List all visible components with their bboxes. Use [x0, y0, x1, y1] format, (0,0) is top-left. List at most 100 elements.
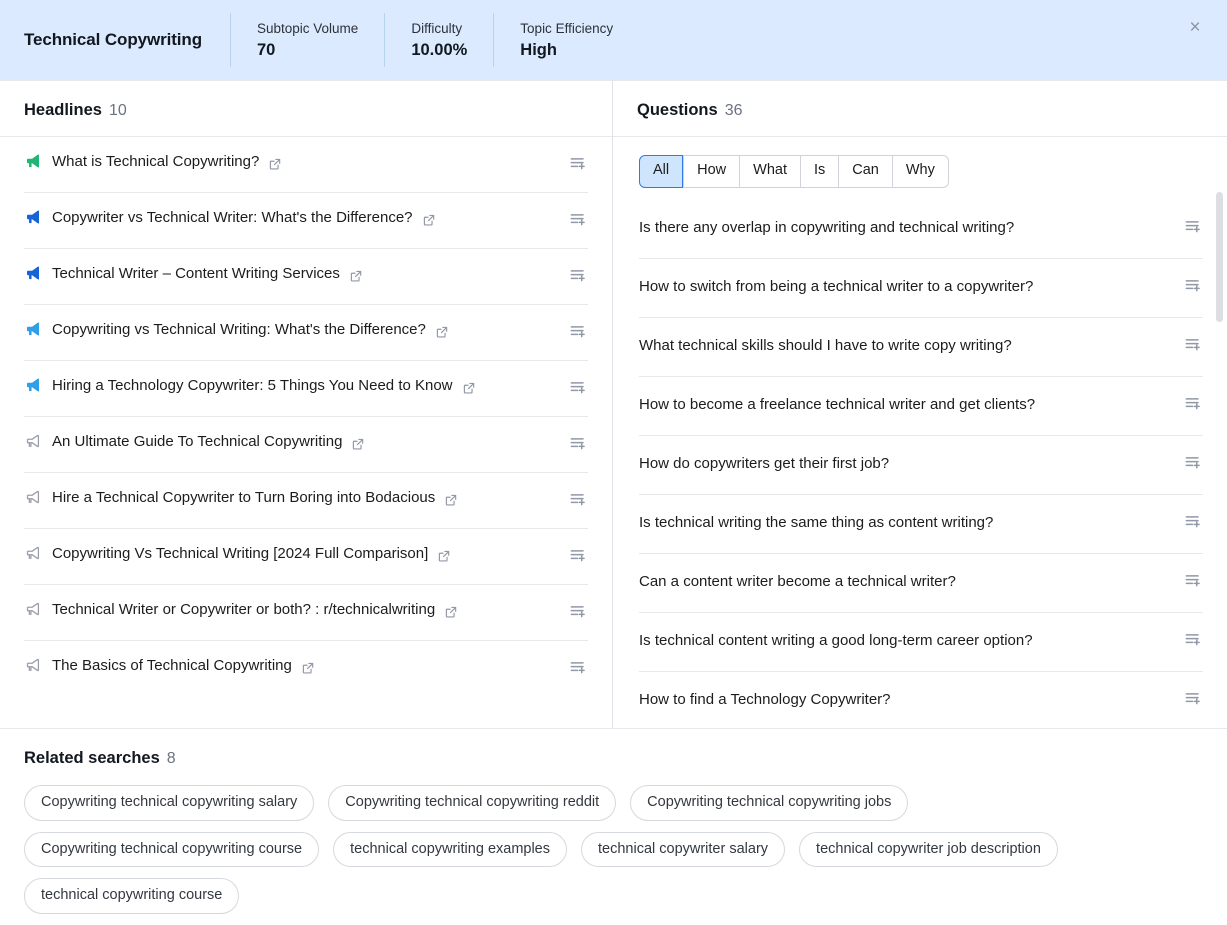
- related-search-chip[interactable]: Copywriting technical copywriting course: [24, 831, 320, 868]
- add-to-list-icon[interactable]: [1183, 216, 1203, 241]
- headline-row[interactable]: Copywriting vs Technical Writing: What's…: [24, 305, 588, 361]
- questions-panel: Questions 36 All How What Is Can Why Is there…: [613, 81, 1227, 728]
- add-to-list-icon[interactable]: [1183, 629, 1203, 654]
- headline-title[interactable]: An Ultimate Guide To Technical Copywriti…: [52, 431, 558, 454]
- questions-scrollbar[interactable]: [1216, 192, 1223, 718]
- question-filter-why[interactable]: Why: [891, 155, 949, 188]
- question-filter-can[interactable]: Can: [838, 155, 892, 188]
- topic-header-bar: Technical Copywriting Subtopic Volume 70…: [0, 0, 1227, 80]
- external-link-icon[interactable]: [347, 433, 365, 454]
- headline-row[interactable]: Copywriter vs Technical Writer: What's t…: [24, 193, 588, 249]
- external-link-icon[interactable]: [264, 153, 282, 174]
- headline-title[interactable]: The Basics of Technical Copywriting: [52, 655, 558, 678]
- question-filter-how[interactable]: How: [683, 155, 740, 188]
- metric-label: Difficulty: [411, 21, 463, 36]
- headlines-list[interactable]: What is Technical Copywriting? Copywriter…: [0, 137, 612, 728]
- headline-title[interactable]: What is Technical Copywriting?: [52, 151, 558, 174]
- question-text[interactable]: How to find a Technology Copywriter?: [639, 690, 891, 710]
- headline-row[interactable]: Technical Writer – Content Writing Servi…: [24, 249, 588, 305]
- question-filter-what[interactable]: What: [739, 155, 800, 188]
- question-row[interactable]: How do copywriters get their first job?: [639, 436, 1203, 495]
- add-to-list-icon[interactable]: [568, 655, 588, 677]
- question-filter-group[interactable]: All How What Is Can Why: [639, 155, 949, 188]
- external-link-icon[interactable]: [431, 321, 449, 342]
- question-text[interactable]: Is technical writing the same thing as c…: [639, 513, 993, 533]
- headline-row[interactable]: Hiring a Technology Copywriter: 5 Things…: [24, 361, 588, 417]
- external-link-icon[interactable]: [440, 601, 458, 622]
- megaphone-icon: [24, 544, 42, 567]
- add-to-list-icon[interactable]: [568, 319, 588, 341]
- close-icon[interactable]: ×: [1181, 14, 1209, 42]
- headline-title[interactable]: Copywriting Vs Technical Writing [2024 F…: [52, 543, 558, 566]
- external-link-icon[interactable]: [418, 209, 436, 230]
- related-searches-chips[interactable]: Copywriting technical copywriting salary…: [24, 785, 1144, 915]
- headline-title[interactable]: Hiring a Technology Copywriter: 5 Things…: [52, 375, 558, 398]
- question-row[interactable]: How to become a freelance technical writ…: [639, 377, 1203, 436]
- headline-title[interactable]: Hire a Technical Copywriter to Turn Bori…: [52, 487, 558, 510]
- add-to-list-icon[interactable]: [568, 375, 588, 397]
- external-link-icon[interactable]: [345, 265, 363, 286]
- external-link-icon[interactable]: [297, 657, 315, 678]
- question-text[interactable]: How to become a freelance technical writ…: [639, 395, 1035, 415]
- headline-row[interactable]: Copywriting Vs Technical Writing [2024 F…: [24, 529, 588, 585]
- add-to-list-icon[interactable]: [568, 487, 588, 509]
- add-to-list-icon[interactable]: [1183, 275, 1203, 300]
- questions-list[interactable]: Is there any overlap in copywriting and …: [639, 200, 1203, 728]
- megaphone-icon: [24, 488, 42, 511]
- headline-row[interactable]: Hire a Technical Copywriter to Turn Bori…: [24, 473, 588, 529]
- headline-row[interactable]: The Basics of Technical Copywriting: [24, 641, 588, 697]
- question-text[interactable]: Is there any overlap in copywriting and …: [639, 218, 1014, 238]
- add-to-list-icon[interactable]: [568, 151, 588, 173]
- related-search-chip[interactable]: technical copywriting examples: [333, 831, 567, 868]
- main-columns: Headlines 10 What is Technical Copywriti…: [0, 80, 1227, 728]
- question-row[interactable]: Is there any overlap in copywriting and …: [639, 200, 1203, 259]
- add-to-list-icon[interactable]: [1183, 334, 1203, 359]
- question-row[interactable]: Is technical content writing a good long…: [639, 613, 1203, 672]
- question-text[interactable]: What technical skills should I have to w…: [639, 336, 1012, 356]
- headline-title[interactable]: Technical Writer or Copywriter or both? …: [52, 599, 558, 622]
- related-search-chip[interactable]: Copywriting technical copywriting salary: [24, 785, 315, 821]
- add-to-list-icon[interactable]: [568, 431, 588, 453]
- headline-title[interactable]: Copywriter vs Technical Writer: What's t…: [52, 207, 558, 230]
- headline-row[interactable]: Technical Writer or Copywriter or both? …: [24, 585, 588, 641]
- questions-count: 36: [724, 102, 743, 119]
- add-to-list-icon[interactable]: [568, 207, 588, 229]
- headline-row[interactable]: What is Technical Copywriting?: [24, 137, 588, 193]
- add-to-list-icon[interactable]: [1183, 570, 1203, 595]
- question-row[interactable]: What technical skills should I have to w…: [639, 318, 1203, 377]
- question-row[interactable]: Is technical writing the same thing as c…: [639, 495, 1203, 554]
- metric-topic-efficiency: Topic Efficiency High: [493, 13, 639, 67]
- questions-scrollbar-thumb[interactable]: [1216, 192, 1223, 322]
- add-to-list-icon[interactable]: [568, 599, 588, 621]
- external-link-icon[interactable]: [433, 545, 451, 566]
- question-row[interactable]: How to find a Technology Copywriter?: [639, 672, 1203, 728]
- external-link-icon[interactable]: [440, 489, 458, 510]
- related-search-chip[interactable]: technical copywriting course: [24, 878, 240, 915]
- question-row[interactable]: How to switch from being a technical wri…: [639, 259, 1203, 318]
- add-to-list-icon[interactable]: [1183, 688, 1203, 713]
- add-to-list-icon[interactable]: [1183, 511, 1203, 536]
- question-filter-is[interactable]: Is: [799, 155, 839, 188]
- related-search-chip[interactable]: technical copywriter job description: [799, 831, 1058, 868]
- question-row[interactable]: Can a content writer become a technical …: [639, 554, 1203, 613]
- question-text[interactable]: How do copywriters get their first job?: [639, 454, 889, 474]
- megaphone-icon: [24, 656, 42, 679]
- question-text[interactable]: Is technical content writing a good long…: [639, 631, 1033, 651]
- related-search-chip[interactable]: Copywriting technical copywriting reddit: [328, 785, 617, 821]
- question-text[interactable]: Can a content writer become a technical …: [639, 572, 956, 592]
- question-filter-all[interactable]: All: [639, 155, 684, 188]
- related-search-chip[interactable]: Copywriting technical copywriting jobs: [630, 785, 909, 821]
- headline-title[interactable]: Copywriting vs Technical Writing: What's…: [52, 319, 558, 342]
- related-search-chip[interactable]: technical copywriter salary: [581, 831, 786, 868]
- metric-label: Topic Efficiency: [520, 21, 614, 36]
- external-link-icon[interactable]: [458, 377, 476, 398]
- add-to-list-icon[interactable]: [1183, 393, 1203, 418]
- headline-row[interactable]: An Ultimate Guide To Technical Copywriti…: [24, 417, 588, 473]
- related-searches-header: Related searches 8: [24, 749, 1203, 768]
- headlines-panel-header: Headlines 10: [0, 81, 612, 137]
- question-text[interactable]: How to switch from being a technical wri…: [639, 277, 1033, 297]
- add-to-list-icon[interactable]: [1183, 452, 1203, 477]
- add-to-list-icon[interactable]: [568, 543, 588, 565]
- headline-title[interactable]: Technical Writer – Content Writing Servi…: [52, 263, 558, 286]
- add-to-list-icon[interactable]: [568, 263, 588, 285]
